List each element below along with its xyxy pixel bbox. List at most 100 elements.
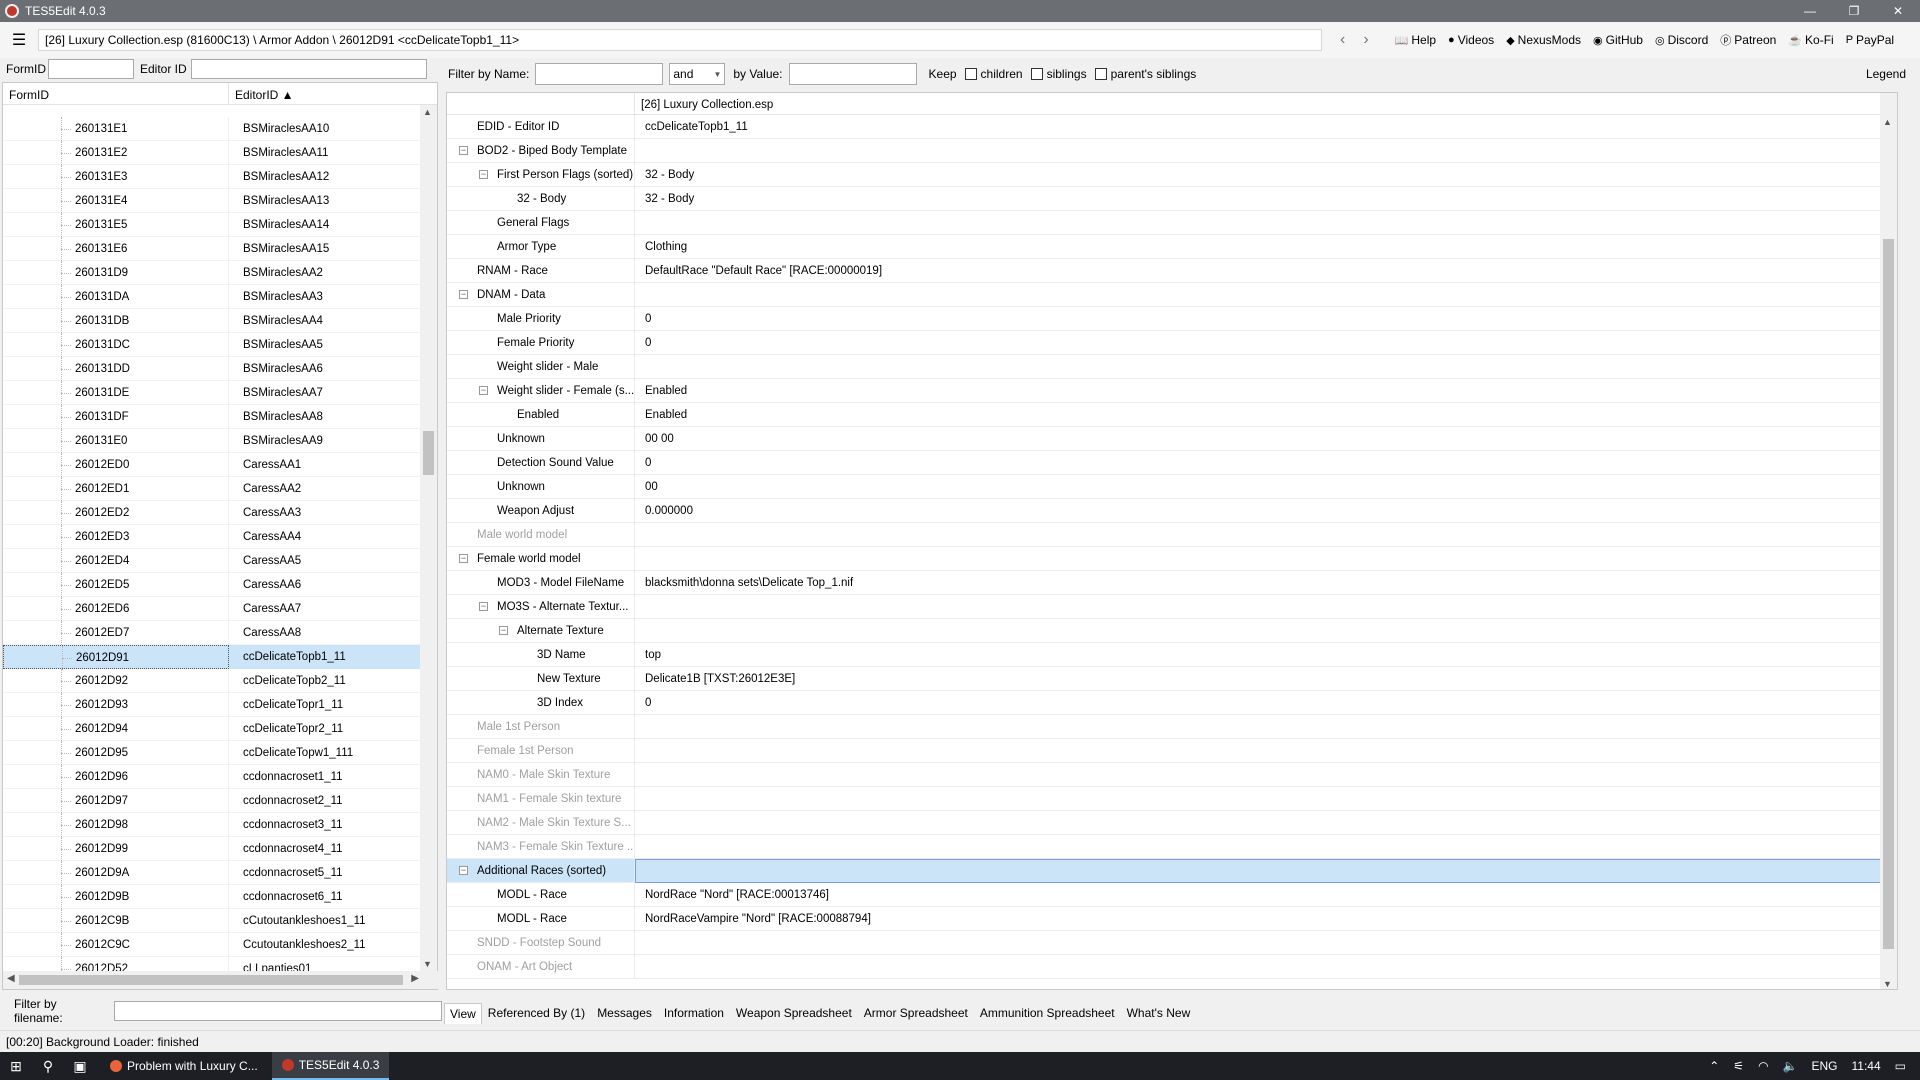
field-value[interactable] xyxy=(635,955,645,979)
field-value[interactable]: Enabled xyxy=(635,379,687,403)
tab-referenced-by[interactable]: Referenced By (1) xyxy=(482,1002,591,1024)
tree-row[interactable]: 26012C9C Ccutoutankleshoes2_11 xyxy=(3,932,423,957)
tab-whats-new[interactable]: What's New xyxy=(1121,1002,1197,1024)
tree-row[interactable]: 26012D92 ccDelicateTopb2_11 xyxy=(3,668,423,693)
field-value[interactable]: DefaultRace "Default Race" [RACE:0000001… xyxy=(635,259,882,283)
grid-row[interactable]: − Alternate Texture xyxy=(447,618,1897,643)
field-value[interactable]: blacksmith\donna sets\Delicate Top_1.nif xyxy=(635,571,853,595)
field-value[interactable] xyxy=(635,619,645,643)
field-value[interactable] xyxy=(635,715,645,739)
grid-row[interactable]: NAM0 - Male Skin Texture xyxy=(447,762,1897,787)
grid-row[interactable]: NAM1 - Female Skin texture xyxy=(447,786,1897,811)
search-icon[interactable]: ⚲ xyxy=(32,1058,64,1075)
grid-row[interactable]: Weapon Adjust 0.000000 xyxy=(447,498,1897,523)
scroll-up-icon[interactable]: ▲ xyxy=(1883,117,1892,127)
tab-information[interactable]: Information xyxy=(658,1002,730,1024)
formid-input[interactable] xyxy=(48,59,134,79)
scroll-thumb[interactable] xyxy=(423,431,434,475)
filter-operator-select[interactable]: and ▼ xyxy=(669,63,726,85)
field-value[interactable]: 0 xyxy=(635,331,651,355)
tree-row[interactable]: 260131E1 BSMiraclesAA10 xyxy=(3,116,423,141)
maximize-button[interactable]: ❐ xyxy=(1832,4,1876,18)
grid-row[interactable]: Female 1st Person xyxy=(447,738,1897,763)
field-value[interactable]: 0 xyxy=(635,691,651,715)
tree-row[interactable]: 26012ED1 CaressAA2 xyxy=(3,476,423,501)
grid-row[interactable]: NAM3 - Female Skin Texture ... xyxy=(447,834,1897,859)
collapse-toggle-icon[interactable]: − xyxy=(459,553,468,563)
grid-row[interactable]: − DNAM - Data xyxy=(447,282,1897,307)
filter-filename-input[interactable] xyxy=(114,1001,442,1021)
tree-row[interactable]: 26012D98 ccdonnacroset3_11 xyxy=(3,812,423,837)
grid-row[interactable]: − Additional Races (sorted) xyxy=(447,858,1897,883)
tree-row[interactable]: 26012ED5 CaressAA6 xyxy=(3,572,423,597)
tab-weapon-spreadsheet[interactable]: Weapon Spreadsheet xyxy=(730,1002,858,1024)
tree-row[interactable]: 26012ED4 CaressAA5 xyxy=(3,548,423,573)
tree-row[interactable]: 26012ED7 CaressAA8 xyxy=(3,620,423,645)
tree-row[interactable]: 260131D9 BSMiraclesAA2 xyxy=(3,260,423,285)
tree-row[interactable]: 260131E6 BSMiraclesAA15 xyxy=(3,236,423,261)
checkbox-box[interactable] xyxy=(1094,68,1107,80)
grid-vertical-scrollbar[interactable]: ▲ ▼ xyxy=(1880,93,1897,989)
grid-row[interactable]: New Texture Delicate1B [TXST:26012E3E] xyxy=(447,666,1897,691)
grid-row[interactable]: RNAM - Race DefaultRace "Default Race" [R… xyxy=(447,258,1897,283)
field-value[interactable]: Clothing xyxy=(635,235,687,259)
tree-row[interactable]: 26012D93 ccDelicateTopr1_11 xyxy=(3,692,423,717)
collapse-toggle-icon[interactable]: − xyxy=(459,865,468,875)
field-value[interactable] xyxy=(635,835,645,859)
tree-row[interactable]: 260131DC BSMiraclesAA5 xyxy=(3,332,423,357)
filter-name-input[interactable] xyxy=(535,63,664,85)
tab-view[interactable]: View xyxy=(444,1003,482,1024)
grid-row[interactable]: EDID - Editor ID ccDelicateTopb1_11 xyxy=(447,114,1897,139)
collapse-toggle-icon[interactable]: − xyxy=(459,145,468,155)
collapse-toggle-icon[interactable]: − xyxy=(479,169,488,179)
tree-row[interactable]: 26012D9B ccdonnacroset6_11 xyxy=(3,884,423,909)
grid-row[interactable]: Weight slider - Male xyxy=(447,354,1897,379)
grid-row[interactable]: Male world model xyxy=(447,522,1897,547)
tab-messages[interactable]: Messages xyxy=(591,1002,658,1024)
field-value[interactable] xyxy=(635,283,645,307)
network-icon[interactable]: ⚟ xyxy=(1733,1059,1744,1073)
discord-link[interactable]: ◎ Discord xyxy=(1655,33,1708,47)
grid-row[interactable]: − Female world model xyxy=(447,546,1897,571)
field-value[interactable] xyxy=(635,931,645,955)
chevron-up-icon[interactable]: ⌃ xyxy=(1709,1059,1719,1073)
tree-row[interactable]: 260131DB BSMiraclesAA4 xyxy=(3,308,423,333)
parents-siblings-checkbox[interactable]: parent's siblings xyxy=(1094,67,1196,81)
grid-row[interactable]: MOD3 - Model FileName blacksmith\donna se… xyxy=(447,570,1897,595)
wifi-icon[interactable]: ◠ xyxy=(1758,1059,1768,1073)
tree-row[interactable]: 260131E3 BSMiraclesAA12 xyxy=(3,164,423,189)
paypal-link[interactable]: P PayPal xyxy=(1846,33,1894,47)
tree-row[interactable]: 26012ED3 CaressAA4 xyxy=(3,524,423,549)
grid-row[interactable]: Male 1st Person xyxy=(447,714,1897,739)
field-value[interactable] xyxy=(635,739,645,763)
field-value[interactable]: ccDelicateTopb1_11 xyxy=(635,115,748,139)
grid-row[interactable]: − Weight slider - Female (s... Enabled xyxy=(447,378,1897,403)
tree-row[interactable]: 260131E4 BSMiraclesAA13 xyxy=(3,188,423,213)
tab-ammunition-spreadsheet[interactable]: Ammunition Spreadsheet xyxy=(974,1002,1121,1024)
field-value[interactable] xyxy=(635,139,645,163)
field-value[interactable] xyxy=(635,763,645,787)
scroll-thumb[interactable] xyxy=(1883,239,1894,949)
clock[interactable]: 11:44 xyxy=(1852,1059,1881,1073)
checkbox-box[interactable] xyxy=(1030,68,1043,80)
children-checkbox[interactable]: children xyxy=(964,67,1023,81)
collapse-toggle-icon[interactable]: − xyxy=(499,625,508,635)
tree-row[interactable]: 260131DD BSMiraclesAA6 xyxy=(3,356,423,381)
minimize-button[interactable]: — xyxy=(1788,4,1832,18)
menu-icon[interactable]: ☰ xyxy=(6,30,32,50)
field-value[interactable]: 00 00 xyxy=(635,427,674,451)
hscroll-thumb[interactable] xyxy=(19,975,403,985)
editorid-input[interactable] xyxy=(190,59,427,79)
tree-vertical-scrollbar[interactable]: ▲ ▼ xyxy=(420,105,437,971)
scroll-right-icon[interactable]: ▶ xyxy=(411,973,419,984)
collapse-toggle-icon[interactable]: − xyxy=(459,289,468,299)
field-value[interactable]: Enabled xyxy=(635,403,687,427)
siblings-checkbox[interactable]: siblings xyxy=(1030,67,1087,81)
taskbar-app-tes5edit[interactable]: TES5Edit 4.0.3 xyxy=(271,1052,390,1080)
tab-armor-spreadsheet[interactable]: Armor Spreadsheet xyxy=(858,1002,974,1024)
field-value[interactable] xyxy=(635,858,1895,883)
field-value[interactable] xyxy=(635,547,645,571)
grid-row[interactable]: 3D Index 0 xyxy=(447,690,1897,715)
tree-row[interactable]: 26012D9A ccdonnacroset5_11 xyxy=(3,860,423,885)
tree-row[interactable]: 260131E2 BSMiraclesAA11 xyxy=(3,140,423,165)
